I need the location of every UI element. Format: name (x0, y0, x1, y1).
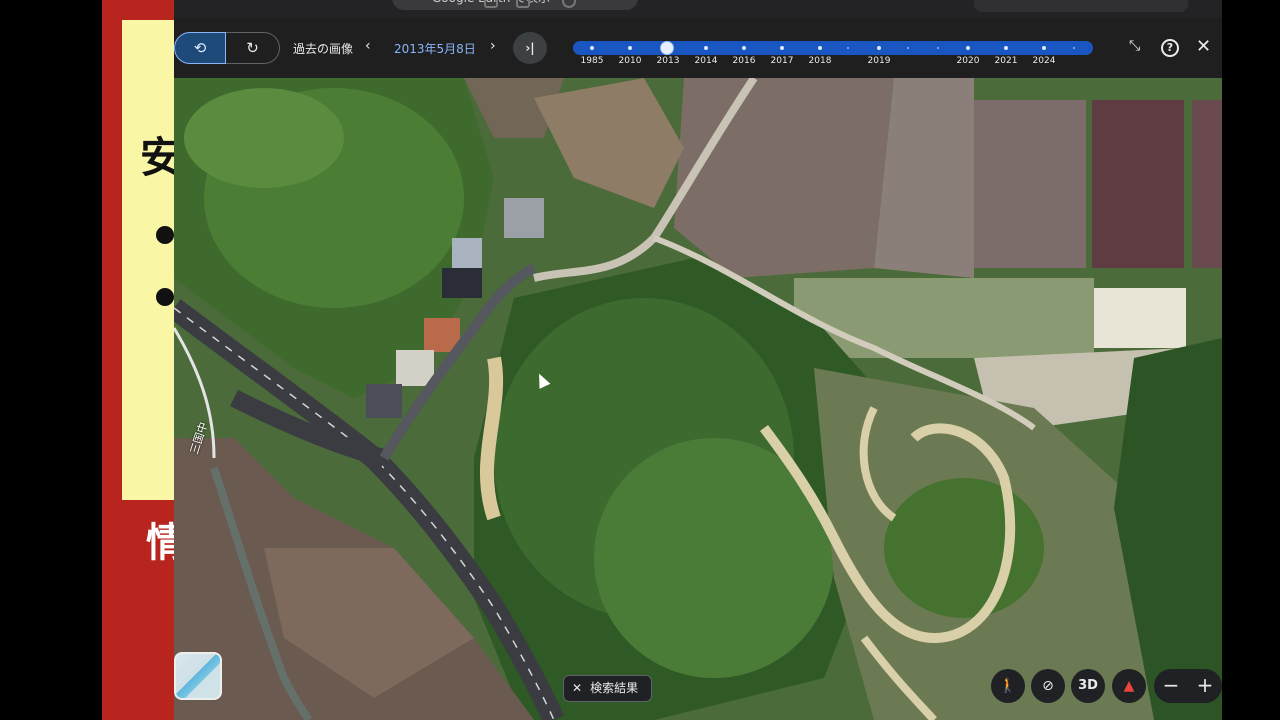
satellite-map[interactable]: 三国中 ✕ 検索結果 🚶 ⊘ 3D ▲ − + (174, 78, 1222, 720)
zoom-out-button[interactable]: − (1154, 669, 1188, 703)
timeline-tick (780, 46, 784, 50)
timeline-year: 2014 (694, 56, 718, 66)
latest-imagery-button[interactable]: ›| (513, 32, 547, 64)
close-search-results-icon[interactable]: ✕ (572, 681, 582, 695)
timeline-tick (628, 46, 632, 50)
search-results-chip[interactable]: ✕ 検索結果 (563, 675, 652, 702)
timeline-year: 2018 (808, 56, 832, 66)
tilt-icon: ⊘ (1042, 678, 1054, 694)
timeline-tick (907, 47, 909, 49)
pegman-icon: 🚶 (999, 678, 1017, 694)
refresh-button[interactable]: ↻ (226, 32, 280, 64)
current-date-label[interactable]: 2013年5月8日 (394, 40, 476, 57)
collapse-icon[interactable]: ⤡ (1129, 38, 1140, 54)
bookmark-icon[interactable] (484, 0, 498, 8)
timeline-tick (966, 46, 970, 50)
slide-yellow-panel (122, 20, 174, 500)
timeline-year: 2024 (1032, 56, 1056, 66)
refresh-icon: ↻ (246, 39, 259, 57)
screen-letterbox-right (1222, 0, 1280, 720)
historical-imagery-button[interactable]: ⟲ (174, 32, 226, 64)
search-results-label: 検索結果 (590, 681, 639, 695)
timeline-year: 2021 (994, 56, 1018, 66)
satellite-imagery (174, 78, 1222, 720)
timeline-tick (1004, 46, 1008, 50)
timeline-tick (847, 47, 849, 49)
timeline-tick (1042, 46, 1046, 50)
screen-letterbox-left (0, 0, 102, 720)
timeline-tick (1073, 47, 1075, 49)
street-view-pegman-button[interactable]: 🚶 (991, 669, 1025, 703)
timeline-tick (704, 46, 708, 50)
3d-toggle-button[interactable]: 3D (1071, 669, 1105, 703)
slide-bullet (156, 288, 174, 306)
tilt-button[interactable]: ⊘ (1031, 669, 1065, 703)
timeline-tick (742, 46, 746, 50)
extensions-area (974, 0, 1188, 12)
timeline-tick (818, 46, 822, 50)
slide-heading-char: 安 (140, 133, 174, 182)
timeline-year: 1985 (580, 56, 604, 66)
timeline-tick (937, 47, 939, 49)
timeline-year: 2017 (770, 56, 794, 66)
timeline-slider[interactable] (573, 41, 1093, 55)
browser-toolbar: Google Earth で表示 (174, 0, 1222, 18)
timeline-year: 2020 (956, 56, 980, 66)
compass-button[interactable]: ▲ (1112, 669, 1146, 703)
map-layer-switcher[interactable] (174, 652, 222, 700)
close-icon[interactable]: ✕ (1196, 36, 1211, 57)
omnibox[interactable]: Google Earth で表示 (392, 0, 638, 10)
historical-imagery-label: 過去の画像 (293, 42, 354, 56)
background-slide: 安 情 (102, 0, 174, 720)
next-date-button[interactable]: › (490, 38, 496, 54)
timeline-handle[interactable] (660, 41, 674, 55)
previous-date-button[interactable]: ‹ (365, 38, 371, 54)
timeline-year: 2019 (867, 56, 891, 66)
help-icon[interactable]: ? (1161, 39, 1179, 57)
timeline-year: 2016 (732, 56, 756, 66)
slide-bullet (156, 226, 174, 244)
timeline-tick (877, 46, 881, 50)
slide-footer-char: 情 (146, 520, 174, 566)
zoom-in-button[interactable]: + (1188, 669, 1222, 703)
timeline-year: 2010 (618, 56, 642, 66)
history-icon: ⟲ (193, 39, 207, 57)
timeline-tick (590, 46, 594, 50)
historical-imagery-bar: ⟲ ↻ 過去の画像 ‹ 2013年5月8日 › ›| 1985 2010 201… (174, 18, 1222, 78)
zoom-controls: − + (1154, 669, 1222, 703)
compass-icon: ▲ (1123, 678, 1135, 694)
timeline-year-selected: 2013 (656, 56, 680, 66)
share-icon[interactable] (516, 0, 530, 8)
